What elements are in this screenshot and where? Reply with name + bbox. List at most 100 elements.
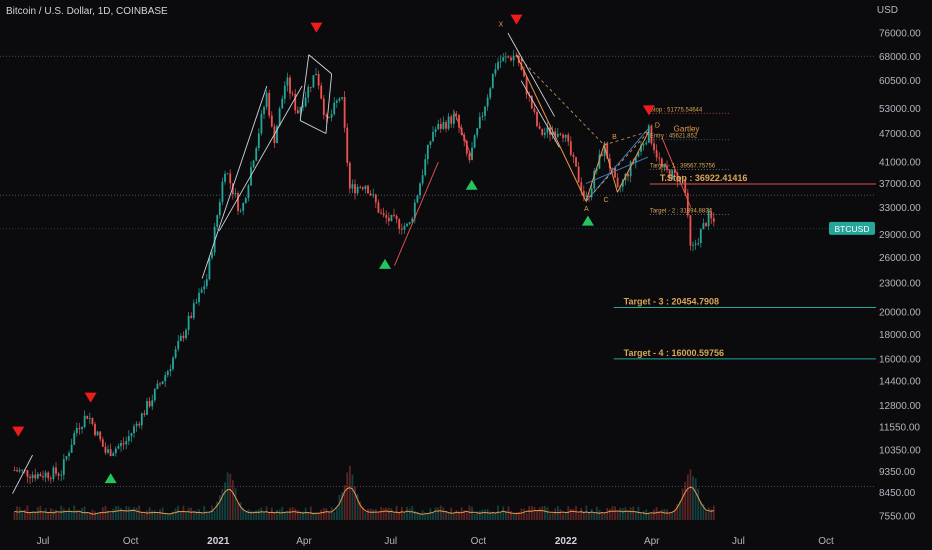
- volume-bar: [338, 494, 341, 520]
- candle-body: [481, 115, 484, 117]
- candle-body: [499, 61, 502, 63]
- candle-body: [182, 335, 185, 339]
- volume-bar: [369, 508, 372, 520]
- candle-body: [374, 194, 377, 203]
- candle-body: [351, 184, 354, 189]
- candle-body: [486, 97, 489, 107]
- volume-bar: [213, 510, 216, 520]
- volume-bar: [562, 513, 564, 520]
- candle-body: [452, 114, 455, 124]
- candle-body: [34, 474, 37, 479]
- candle-body: [489, 88, 492, 98]
- volume-bar: [281, 507, 284, 520]
- volume-bar: [346, 472, 349, 520]
- candle-body: [179, 335, 182, 341]
- candle-body: [42, 476, 44, 478]
- y-tick-label: 68000.00: [879, 52, 921, 63]
- candle-body: [86, 415, 89, 419]
- volume-bar: [536, 510, 538, 520]
- candle-body: [169, 369, 172, 372]
- volume-bar: [567, 506, 570, 520]
- volume-bar: [512, 513, 515, 520]
- currency-label: USD: [876, 5, 898, 16]
- volume-bar: [278, 509, 281, 520]
- volume-bar: [655, 507, 658, 520]
- candle-body: [468, 153, 471, 161]
- candle-body: [338, 98, 341, 101]
- price-axis[interactable]: 76000.00 68000.00 60500.00 53000.00 47000.00…: [879, 29, 921, 523]
- candle-body: [445, 122, 447, 129]
- candle-body: [504, 56, 507, 58]
- volume-bar: [372, 509, 375, 520]
- volume-bar: [260, 507, 263, 520]
- candle-body: [153, 389, 156, 401]
- candle-body: [424, 159, 427, 176]
- y-tick-label: 18000.00: [879, 330, 921, 341]
- candle-body: [221, 181, 224, 203]
- candle-body: [122, 443, 125, 445]
- volume-bar: [18, 507, 21, 520]
- candle-body: [395, 215, 398, 220]
- candle-body: [125, 440, 128, 445]
- volume-bar: [707, 507, 710, 520]
- volume-bar: [580, 507, 583, 520]
- volume-bar: [333, 512, 336, 520]
- candle-body: [13, 470, 16, 471]
- candle-body: [645, 142, 648, 145]
- candle-body: [151, 400, 154, 407]
- volume-bar: [247, 509, 250, 520]
- volume-bar: [94, 511, 96, 520]
- volume-bar: [411, 506, 414, 520]
- y-tick-label: 20000.00: [879, 308, 921, 319]
- candle-body: [369, 193, 372, 196]
- candle-body: [198, 292, 200, 303]
- volume-bar: [507, 506, 510, 520]
- volume-bar: [658, 511, 661, 520]
- candle-body: [416, 195, 419, 203]
- volume-bar: [712, 505, 715, 520]
- pattern-leg: [616, 131, 650, 193]
- candle-body: [120, 443, 122, 447]
- volume-bar: [195, 510, 198, 520]
- candle-body: [224, 173, 226, 182]
- candle-body: [556, 133, 559, 137]
- volume-bar: [395, 505, 398, 520]
- volume-bar: [686, 474, 689, 520]
- time-axis[interactable]: Jul Oct 2021 Apr Jul Oct 2022 Apr Jul Oct: [37, 536, 834, 547]
- x-tick-label: Jul: [732, 536, 745, 547]
- volume-bar: [455, 510, 458, 520]
- volume-bar: [218, 495, 221, 520]
- volume-bar: [666, 509, 668, 520]
- volume-bar: [109, 513, 112, 520]
- price-chart[interactable]: X A B C D Gartley Stop : 51775.54644 Entry : 4…: [0, 0, 932, 550]
- candle-body: [107, 449, 109, 453]
- channel-line: [12, 454, 33, 494]
- volume-bar: [78, 511, 81, 520]
- candle-body: [159, 383, 161, 385]
- candle-body: [257, 133, 260, 149]
- candle-body: [562, 134, 564, 138]
- volume-bar: [250, 510, 252, 520]
- channel-line: [201, 85, 268, 279]
- candle-body: [385, 215, 388, 218]
- volume-bar: [694, 478, 697, 520]
- volume-bar: [42, 511, 44, 520]
- volume-bar: [575, 505, 577, 520]
- candle-body: [164, 375, 167, 382]
- candle-body: [361, 187, 364, 190]
- volume-bar: [156, 512, 159, 520]
- volume-bar: [650, 513, 653, 520]
- sell-signal-marker: [12, 426, 25, 437]
- volume-bar: [211, 505, 213, 520]
- level-label: Stop : 51775.54644: [650, 107, 703, 113]
- volume-bar: [533, 507, 536, 520]
- candle-body: [476, 128, 479, 136]
- candle-body: [296, 110, 299, 114]
- volume-bar: [296, 509, 299, 520]
- candle-body: [442, 122, 445, 129]
- candle-body: [130, 433, 133, 437]
- buy-signal-marker: [465, 179, 478, 190]
- pattern-drawings: X A B C D Gartley: [12, 22, 699, 494]
- volume-bar: [437, 507, 440, 520]
- trade-levels: Stop : 51775.54644 Entry : 45621.852 Targe…: [0, 107, 876, 360]
